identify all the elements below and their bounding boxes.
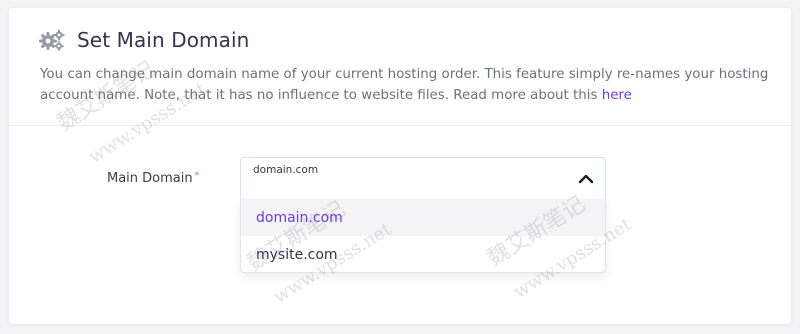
dropdown-option-domain-com[interactable]: domain.com [241,199,605,236]
main-domain-label: Main Domain * [107,171,199,186]
card-header: Set Main Domain You can change main doma… [9,8,791,126]
main-domain-card: Set Main Domain You can change main doma… [9,8,791,324]
description-body: You can change main domain name of your … [40,67,769,103]
chevron-up-icon[interactable] [577,170,595,188]
main-domain-label-text: Main Domain [107,171,193,186]
gears-icon [39,29,65,51]
read-more-link[interactable]: here [602,88,632,103]
title-row: Set Main Domain [39,28,249,52]
dropdown-option-mysite-com[interactable]: mysite.com [241,236,605,273]
selected-domain-value: domain.com [253,164,319,176]
required-asterisk: * [194,171,200,181]
description-text: You can change main domain name of your … [40,64,780,106]
page-title: Set Main Domain [77,28,250,52]
main-domain-select[interactable]: domain.com [240,157,606,201]
domain-dropdown-menu: domain.com mysite.com [240,199,606,273]
